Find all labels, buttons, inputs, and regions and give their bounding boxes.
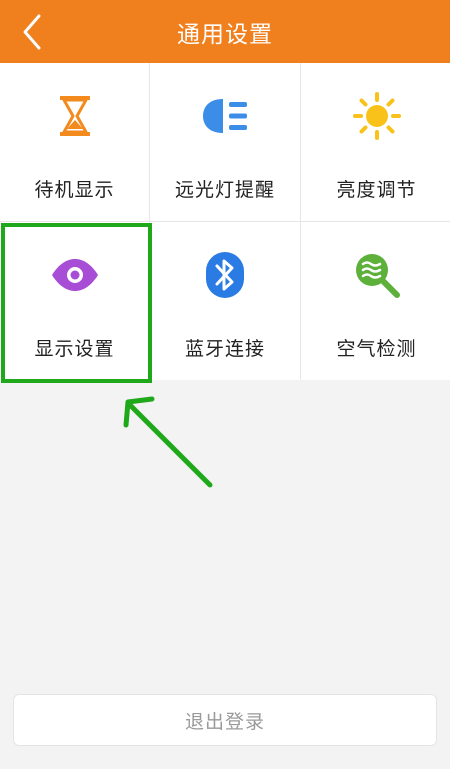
tile-brightness[interactable]: 亮度调节 [301, 63, 450, 221]
tile-label: 待机显示 [34, 179, 115, 201]
settings-screen: 通用设置 待机显示 远光灯提醒 亮度调节 显示设置 蓝牙连接 空气检测 退出登录 [0, 0, 450, 769]
logout-button[interactable]: 退出登录 [13, 694, 437, 746]
bluetooth-icon [200, 250, 250, 300]
tile-bluetooth[interactable]: 蓝牙连接 [150, 222, 300, 380]
tile-label: 远光灯提醒 [174, 179, 275, 201]
back-button[interactable] [14, 12, 50, 52]
air-search-icon [352, 250, 402, 300]
eye-icon [50, 250, 100, 300]
tile-label: 空气检测 [336, 338, 417, 360]
tile-standby-display[interactable]: 待机显示 [0, 63, 149, 221]
hourglass-icon [50, 91, 100, 141]
pointer-arrow [123, 396, 213, 488]
tile-high-beam-reminder[interactable]: 远光灯提醒 [150, 63, 300, 221]
headlight-icon [200, 91, 250, 141]
top-bar: 通用设置 [0, 0, 450, 63]
sun-icon [352, 91, 402, 141]
tile-label: 显示设置 [34, 338, 115, 360]
settings-grid: 待机显示 远光灯提醒 亮度调节 显示设置 蓝牙连接 空气检测 [0, 63, 450, 380]
tile-label: 蓝牙连接 [184, 338, 265, 360]
tile-label: 亮度调节 [336, 179, 417, 201]
page-title: 通用设置 [177, 21, 273, 48]
tile-air-detection[interactable]: 空气检测 [301, 222, 450, 380]
tile-display-settings[interactable]: 显示设置 [0, 222, 149, 380]
chevron-left-icon [23, 14, 41, 50]
